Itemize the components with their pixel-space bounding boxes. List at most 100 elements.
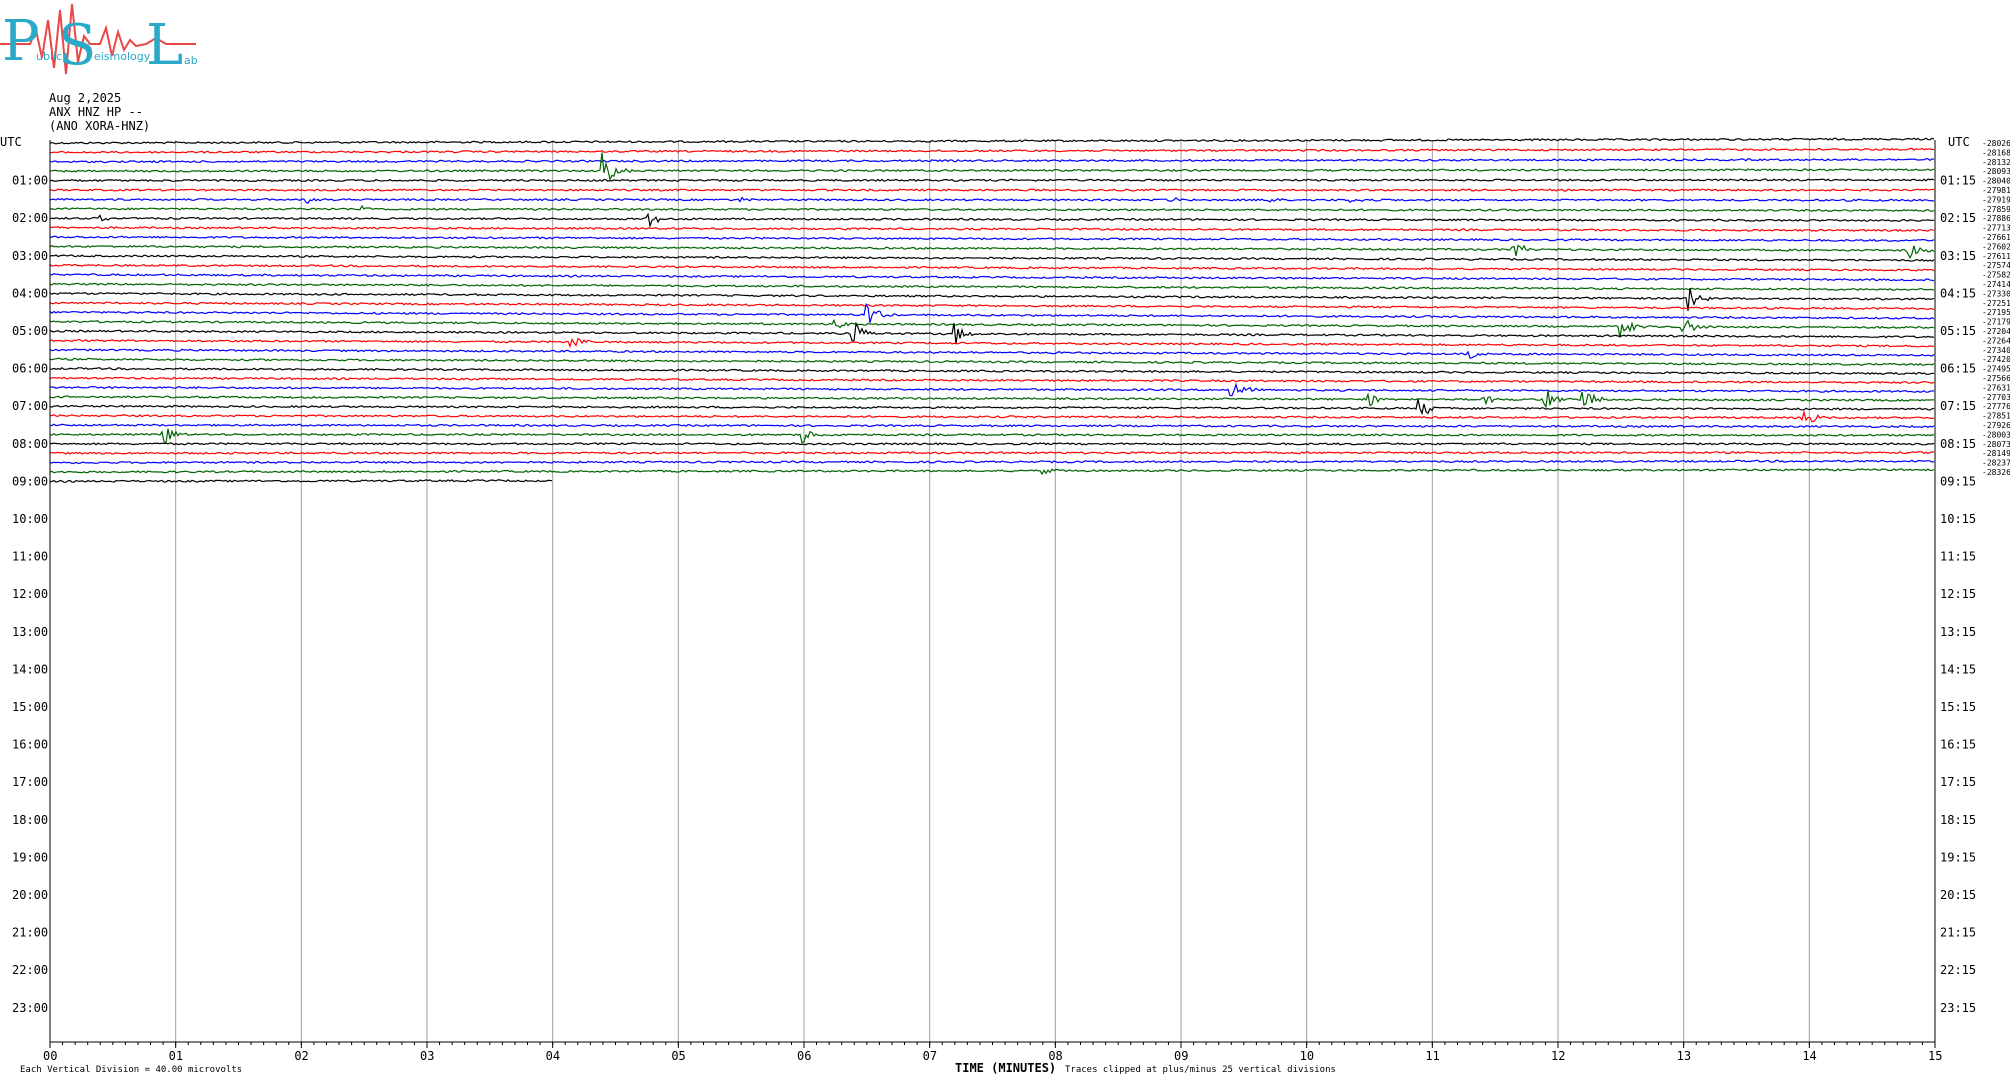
right-hour-label: 13:15 [1940, 625, 1976, 639]
left-hour-label: 11:00 [12, 550, 48, 564]
right-hour-label: 04:15 [1940, 286, 1976, 300]
seismogram-chart: 01:00 02:00 03:00 04:00 05:00 06:00 07:00 08:00… [0, 135, 2010, 1075]
seismic-trace [49, 390, 1935, 409]
right-hour-label: 10:15 [1940, 512, 1976, 526]
right-hour-label: 09:15 [1940, 474, 1976, 488]
trace-offset-label: -28093 [1982, 167, 2010, 176]
x-tick-label: 02 [294, 1049, 308, 1063]
trace-offset-label: -27611 [1982, 252, 2010, 261]
x-tick-label: 12 [1551, 1049, 1565, 1063]
trace-offset-label: -28237 [1982, 459, 2010, 468]
x-tick-label: 07 [923, 1049, 937, 1063]
right-hour-label: 02:15 [1940, 211, 1976, 225]
header-date: Aug 2,2025 [49, 91, 122, 105]
trace-offset-label: -27330 [1982, 289, 2010, 298]
left-hour-label: 02:00 [12, 211, 48, 225]
trace-offset-label: -27602 [1982, 242, 2010, 251]
seismic-trace [49, 468, 1935, 476]
psl-logo: P S L ublic eismology ab [0, 3, 198, 78]
left-hour-label: 17:00 [12, 775, 48, 789]
seismic-trace [49, 301, 1935, 311]
right-hour-label: 08:15 [1940, 437, 1976, 451]
logo-letter-l: L [146, 13, 183, 78]
seismic-trace [49, 287, 1935, 311]
trace-offset-label: -27414 [1982, 280, 2010, 289]
seismic-traces [49, 137, 1935, 483]
seismic-trace [49, 273, 1935, 282]
trace-offset-label: -28168 [1982, 148, 2010, 157]
seismic-trace [49, 318, 1935, 338]
trace-offset-label: -27713 [1982, 224, 2010, 233]
right-hour-label: 07:15 [1940, 399, 1976, 413]
left-hour-label: 04:00 [12, 286, 48, 300]
x-axis-label: TIME (MINUTES) [955, 1061, 1056, 1075]
seismic-trace [49, 152, 1935, 182]
seismic-trace [49, 235, 1935, 242]
seismic-trace [49, 348, 1935, 359]
left-hour-label: 20:00 [12, 888, 48, 902]
x-tick-label: 14 [1802, 1049, 1816, 1063]
right-hour-label: 11:15 [1940, 550, 1976, 564]
logo-letter-p: P [2, 9, 40, 74]
right-hour-label: 03:15 [1940, 249, 1976, 263]
left-hour-label: 06:00 [12, 362, 48, 376]
right-hour-label: 16:15 [1940, 738, 1976, 752]
seismic-trace [49, 157, 1935, 164]
seismic-trace [49, 137, 1935, 145]
left-hour-label: 18:00 [12, 813, 48, 827]
trace-offset-label: -27340 [1982, 346, 2010, 355]
seismic-trace [49, 399, 1935, 416]
left-hour-label: 08:00 [12, 437, 48, 451]
trace-offset-label: -27919 [1982, 195, 2010, 204]
header-station: ANX HNZ HP -- [49, 105, 143, 119]
seismic-trace [49, 212, 1934, 229]
right-hour-label: 22:15 [1940, 963, 1976, 977]
trace-offset-label: -27582 [1982, 271, 2010, 280]
seismic-trace [49, 428, 1935, 445]
scale-note: Each Vertical Division = 40.00 microvolt… [20, 1065, 242, 1075]
seismic-trace [49, 409, 1935, 423]
trace-offset-label: -27204 [1982, 327, 2010, 336]
seismic-trace [49, 196, 1935, 204]
trace-offset-label: -28149 [1982, 449, 2010, 458]
left-hour-label: 23:00 [12, 1001, 48, 1015]
left-hour-labels: 01:00 02:00 03:00 04:00 05:00 06:00 07:00 08:00… [12, 174, 48, 1015]
left-hour-label: 13:00 [12, 625, 48, 639]
seismic-trace [49, 442, 1935, 446]
right-hour-label: 01:15 [1940, 174, 1976, 188]
seismic-trace [49, 204, 1935, 212]
right-axis-label: UTC [1948, 135, 1970, 149]
left-hour-label: 10:00 [12, 512, 48, 526]
x-tick-label: 15 [1928, 1049, 1942, 1063]
right-hour-label: 23:15 [1940, 1001, 1976, 1015]
trace-offset-label: -27566 [1982, 374, 2010, 383]
left-hour-label: 09:00 [12, 474, 48, 488]
logo-word-ab: ab [184, 54, 198, 67]
x-tick-label: 11 [1425, 1049, 1439, 1063]
trace-offset-label: -28132 [1982, 158, 2010, 167]
right-hour-label: 19:15 [1940, 850, 1976, 864]
trace-offset-label: -28073 [1982, 440, 2010, 449]
trace-offset-label: -27926 [1982, 421, 2010, 430]
left-axis-label: UTC [0, 135, 22, 149]
seismic-trace [49, 451, 1934, 455]
seismic-trace [50, 367, 1935, 376]
trace-offset-label: -28040 [1982, 177, 2010, 186]
header-channel: (ANO XORA-HNZ) [49, 119, 151, 133]
trace-offset-label: -27776 [1982, 402, 2010, 411]
x-tick-label: 06 [797, 1049, 811, 1063]
left-hour-label: 22:00 [12, 963, 48, 977]
right-hour-label: 05:15 [1940, 324, 1976, 338]
seismic-trace [49, 302, 1935, 323]
seismic-trace [49, 376, 1935, 384]
trace-offset-label: -27703 [1982, 393, 2010, 402]
seismic-trace [49, 423, 1935, 429]
trace-offset-label: -27661 [1982, 233, 2010, 242]
right-hour-label: 14:15 [1940, 662, 1976, 676]
right-hour-label: 06:15 [1940, 362, 1976, 376]
left-hour-label: 19:00 [12, 850, 48, 864]
right-hour-label: 17:15 [1940, 775, 1976, 789]
seismic-trace [49, 226, 1935, 232]
seismic-trace [49, 282, 1935, 291]
right-hour-label: 21:15 [1940, 926, 1976, 940]
